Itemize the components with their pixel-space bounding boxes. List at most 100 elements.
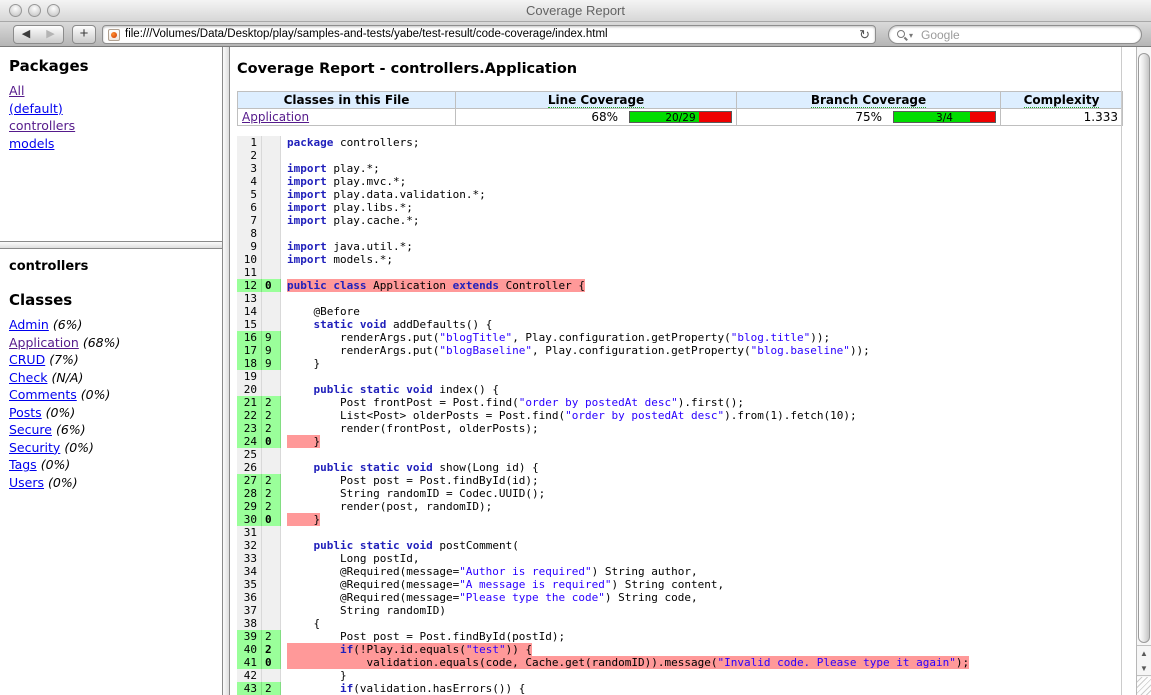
vertical-scrollbar[interactable]: ▲ ▼ — [1136, 47, 1151, 695]
package-heading: controllers — [9, 259, 222, 274]
page-favicon-icon — [108, 29, 120, 41]
hit-count — [262, 604, 281, 617]
source-code: if(validation.hasErrors()) { — [281, 682, 1121, 695]
hit-count: 2 — [262, 487, 281, 500]
column-header-line-coverage: Line Coverage — [456, 92, 737, 109]
class-link[interactable]: Application — [242, 110, 309, 124]
source-line: 232 render(frontPost, olderPosts); — [237, 422, 1121, 435]
line-number: 20 — [237, 383, 262, 396]
class-link[interactable]: Application — [9, 335, 79, 350]
class-list-item: Secure(6%) — [9, 423, 222, 436]
scroll-up-button[interactable]: ▲ — [1137, 646, 1151, 661]
line-number: 2 — [237, 149, 262, 162]
package-link[interactable]: All — [9, 83, 25, 98]
class-link[interactable]: Security — [9, 440, 60, 455]
window-resize-grip[interactable] — [1137, 677, 1151, 695]
line-number: 28 — [237, 487, 262, 500]
source-code: @Required(message="Please type the code"… — [281, 591, 1121, 604]
class-list-item: Comments(0%) — [9, 388, 222, 401]
forward-button[interactable]: ▶ — [38, 25, 64, 44]
hit-count: 2 — [262, 630, 281, 643]
package-link[interactable]: models — [9, 136, 54, 151]
scroll-down-button[interactable]: ▼ — [1137, 661, 1151, 676]
add-bookmark-button[interactable]: + — [72, 25, 96, 44]
class-coverage-percent: (N/A) — [51, 370, 83, 385]
address-bar[interactable]: file:///Volumes/Data/Desktop/play/sample… — [102, 25, 876, 44]
page-title: Coverage Report - controllers.Applicatio… — [237, 61, 1136, 77]
class-coverage-percent: (68%) — [83, 335, 121, 350]
package-link[interactable]: controllers — [9, 118, 75, 133]
table-row: Application 68% 20/29 75% — [238, 109, 1123, 126]
horizontal-frame-splitter[interactable] — [0, 241, 222, 249]
line-number: 9 — [237, 240, 262, 253]
source-line: 292 render(post, randomID); — [237, 500, 1121, 513]
scrollbar-thumb[interactable] — [1138, 53, 1150, 643]
window-titlebar: Coverage Report — [0, 0, 1151, 22]
source-line: 42 } — [237, 669, 1121, 682]
line-number: 11 — [237, 266, 262, 279]
source-code: render(post, randomID); — [281, 500, 1121, 513]
package-link[interactable]: (default) — [9, 101, 63, 116]
class-coverage-percent: (6%) — [53, 317, 83, 332]
coverage-summary-table: Classes in this File Line Coverage Branc… — [237, 91, 1123, 126]
line-number: 1 — [237, 136, 262, 149]
hit-count: 2 — [262, 500, 281, 513]
hit-count: 2 — [262, 643, 281, 656]
source-code: public static void show(Long id) { — [281, 461, 1121, 474]
class-list-item: Security(0%) — [9, 441, 222, 454]
branch-coverage-bar: 3/4 — [893, 111, 996, 123]
search-input[interactable] — [919, 27, 1133, 42]
source-line: 6import play.libs.*; — [237, 201, 1121, 214]
column-header-branch-coverage: Branch Coverage — [737, 92, 1001, 109]
packages-frame: Packages All(default)controllersmodels — [0, 47, 222, 241]
class-link[interactable]: Secure — [9, 422, 52, 437]
class-link[interactable]: Admin — [9, 317, 49, 332]
source-line: 392 Post post = Post.findById(postId); — [237, 630, 1121, 643]
source-line: 15 static void addDefaults() { — [237, 318, 1121, 331]
line-number: 16 — [237, 331, 262, 344]
complexity-cell: 1.333 — [1001, 109, 1123, 126]
branch-coverage-percent: 75% — [855, 110, 882, 124]
line-number: 41 — [237, 656, 262, 669]
class-link[interactable]: Tags — [9, 457, 37, 472]
reload-button[interactable]: ↻ — [859, 26, 870, 43]
class-link[interactable]: Comments — [9, 387, 77, 402]
source-code: Post post = Post.findById(postId); — [281, 630, 1121, 643]
line-number: 7 — [237, 214, 262, 227]
back-button[interactable]: ◀ — [13, 25, 39, 44]
hit-count — [262, 669, 281, 682]
source-code: import play.data.validation.*; — [281, 188, 1121, 201]
line-number: 24 — [237, 435, 262, 448]
class-link[interactable]: Posts — [9, 405, 42, 420]
line-number: 31 — [237, 526, 262, 539]
line-number: 21 — [237, 396, 262, 409]
source-code — [281, 448, 1121, 461]
source-line: 37 String randomID) — [237, 604, 1121, 617]
hit-count — [262, 227, 281, 240]
source-code: package controllers; — [281, 136, 1121, 149]
line-number: 3 — [237, 162, 262, 175]
hit-count — [262, 266, 281, 279]
line-coverage-bar: 20/29 — [629, 111, 732, 123]
line-number: 6 — [237, 201, 262, 214]
class-link[interactable]: Users — [9, 475, 44, 490]
line-number: 4 — [237, 175, 262, 188]
plus-icon: + — [80, 25, 89, 42]
class-link[interactable]: CRUD — [9, 352, 45, 367]
line-number: 27 — [237, 474, 262, 487]
source-line: 189 } — [237, 357, 1121, 370]
class-link[interactable]: Check — [9, 370, 47, 385]
line-number: 33 — [237, 552, 262, 565]
source-line: 31 — [237, 526, 1121, 539]
source-line: 282 String randomID = Codec.UUID(); — [237, 487, 1121, 500]
hit-count: 9 — [262, 357, 281, 370]
line-number: 5 — [237, 188, 262, 201]
source-line: 410 validation.equals(code, Cache.get(ra… — [237, 656, 1121, 669]
search-field[interactable]: ▾ — [888, 25, 1142, 44]
vertical-frame-splitter[interactable] — [222, 47, 230, 695]
forward-icon: ▶ — [46, 28, 54, 40]
uncovered-highlight: public class Application extends Control… — [287, 279, 585, 292]
source-line: 33 Long postId, — [237, 552, 1121, 565]
source-line: 240 } — [237, 435, 1121, 448]
line-number: 38 — [237, 617, 262, 630]
